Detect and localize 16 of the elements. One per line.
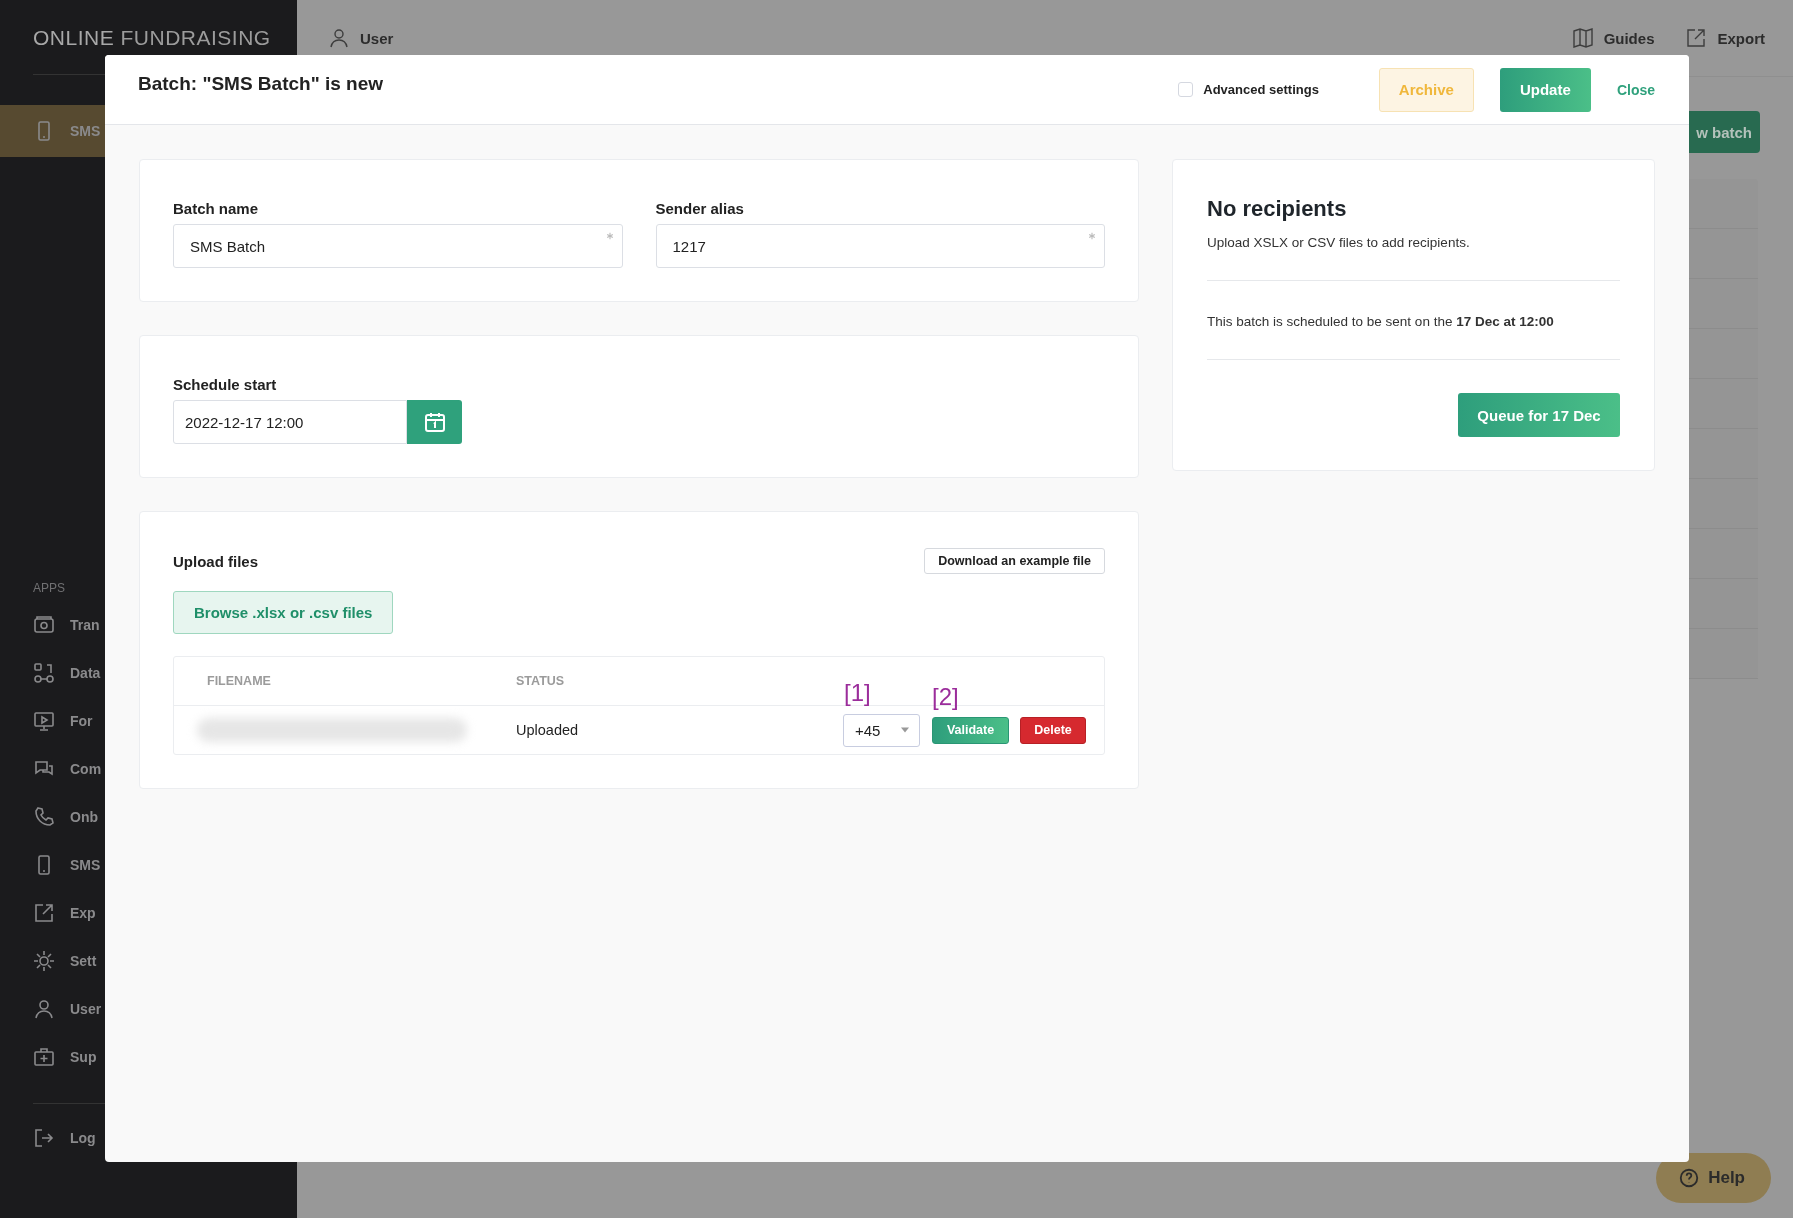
logo: ONLINE FUNDRAISING [32, 25, 272, 50]
annotation-label: [2] [932, 682, 959, 711]
summary-text: Upload XSLX or CSV files to add recipients. [1207, 235, 1471, 250]
annotation-label: [1] [844, 678, 871, 707]
checkbox-label: Advanced settings [1203, 82, 1319, 97]
column-header: FILENAME [207, 674, 272, 688]
summary-title: No recipients [1207, 196, 1348, 222]
field-label: Schedule start [173, 376, 278, 393]
table-cell-text: Uploaded [516, 722, 580, 738]
section-title: APPS [32, 581, 66, 595]
dialog-title: Batch: "SMS Batch" is new [138, 72, 383, 95]
field-label: Batch name [173, 200, 260, 217]
section-title: Upload files [173, 552, 258, 570]
field-label: Sender alias [655, 200, 745, 217]
schedule-note: This batch is scheduled to be sent on the 17 Dec at 12:00 [1207, 314, 1555, 329]
column-header: STATUS [516, 674, 565, 688]
